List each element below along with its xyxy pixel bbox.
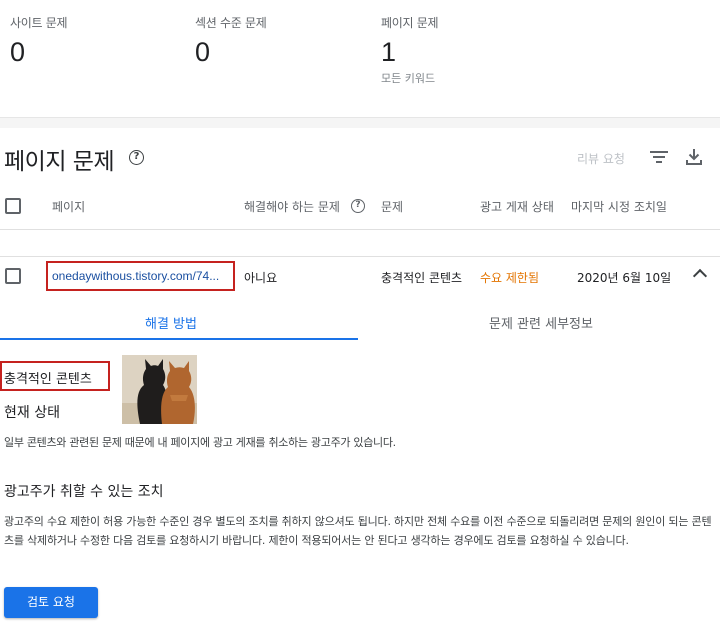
last-action-date: 2020년 6월 10일 — [577, 271, 672, 285]
page-issues-count: 1 — [381, 37, 397, 67]
section-issues-stat: 섹션 수준 문제 0 — [195, 14, 267, 68]
request-review-button[interactable]: 검토 요청 — [4, 587, 98, 618]
issue-value: 충격적인 콘텐츠 — [381, 271, 463, 285]
review-request-link[interactable]: 리뷰 요청 — [577, 150, 625, 167]
page-issues-label: 페이지 문제 — [381, 16, 439, 30]
help-icon[interactable]: ? — [129, 150, 144, 165]
must-fix-value: 아니요 — [244, 271, 278, 285]
chevron-up-icon[interactable] — [692, 268, 708, 284]
current-status-text: 일부 콘텐츠와 관련된 문제 때문에 내 페이지에 광고 게재를 취소하는 광고… — [4, 436, 396, 449]
help-icon[interactable]: ? — [351, 199, 365, 213]
download-icon[interactable] — [686, 148, 702, 166]
column-header-issue[interactable]: 문제 — [381, 198, 403, 215]
site-issues-count: 0 — [10, 37, 26, 67]
column-header-ad-status[interactable]: 광고 게재 상태 — [480, 198, 554, 215]
page-issues-stat: 페이지 문제 1 모든 키워드 — [381, 14, 439, 86]
filter-icon[interactable] — [650, 150, 668, 164]
page-title: 페이지 문제 — [4, 149, 115, 175]
section-issues-count: 0 — [195, 37, 211, 67]
row-checkbox[interactable] — [5, 268, 21, 284]
issues-summary: 사이트 문제 0 섹션 수준 문제 0 페이지 문제 1 모든 키워드 — [0, 0, 720, 118]
site-issues-label: 사이트 문제 — [10, 16, 68, 30]
current-status-heading: 현재 상태 — [4, 405, 60, 421]
row-top-divider — [0, 256, 720, 257]
cats-illustration — [122, 355, 197, 424]
page-issues-keyword: 모든 키워드 — [381, 72, 436, 85]
site-issues-stat: 사이트 문제 0 — [10, 14, 68, 68]
tab-how-to-fix[interactable]: 해결 방법 — [145, 313, 197, 332]
ad-status-value: 수요 제한됨 — [480, 271, 540, 285]
issue-detail-title: 충격적인 콘텐츠 — [4, 372, 92, 387]
actions-heading: 광고주가 취할 수 있는 조치 — [4, 484, 164, 500]
select-all-checkbox[interactable] — [5, 198, 21, 214]
column-header-must-fix[interactable]: 해결해야 하는 문제 — [244, 198, 340, 215]
column-header-last-action[interactable]: 마지막 시정 조치일 — [571, 198, 667, 215]
actions-text: 광고주의 수요 제한이 허용 가능한 수준인 경우 별도의 조치를 취하지 않으… — [4, 515, 712, 547]
section-divider — [0, 118, 720, 128]
column-header-page[interactable]: 페이지 — [52, 198, 85, 215]
page-url-link[interactable]: onedaywithous.tistory.com/74... — [52, 269, 219, 283]
section-issues-label: 섹션 수준 문제 — [195, 16, 267, 30]
active-tab-indicator — [0, 338, 358, 340]
tab-issue-details[interactable]: 문제 관련 세부정보 — [489, 313, 593, 332]
header-divider — [0, 229, 720, 230]
